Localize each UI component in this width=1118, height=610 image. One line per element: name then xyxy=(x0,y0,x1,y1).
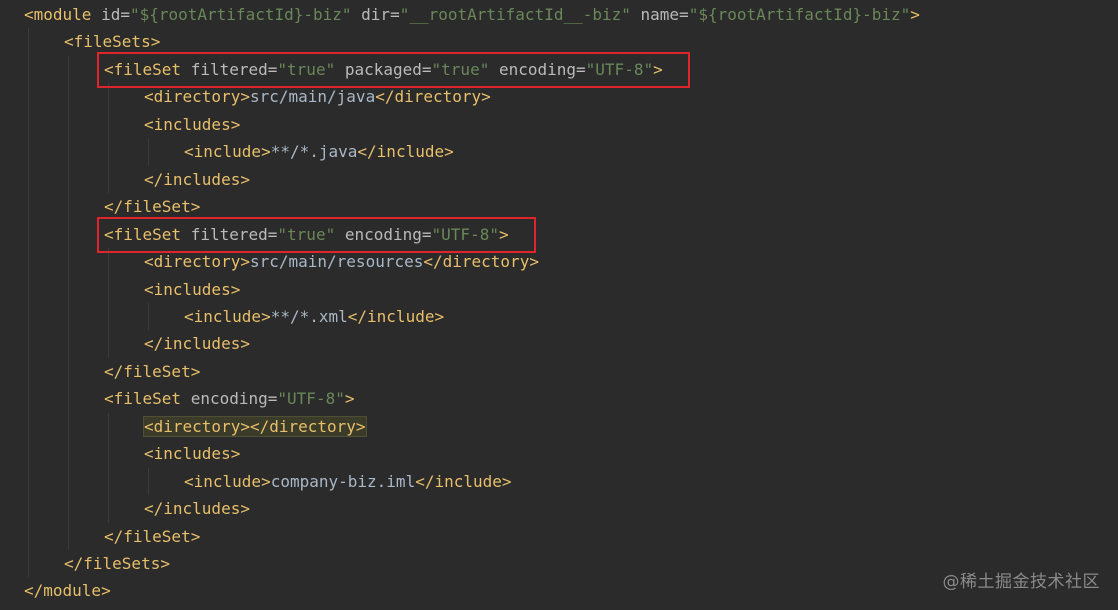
code-token-tag: <includes> xyxy=(144,114,241,134)
code-line[interactable]: </includes> xyxy=(144,166,250,193)
code-token-val: "UTF-8" xyxy=(277,389,345,409)
code-token-tag: <fileSet xyxy=(104,389,191,409)
code-line[interactable]: </module> xyxy=(24,577,111,604)
code-token-tag: </include> xyxy=(357,142,454,162)
indent-guide xyxy=(148,467,149,496)
indent-guide xyxy=(148,138,149,166)
code-token-tag: </include> xyxy=(347,306,445,326)
code-token-txt: **/*.xml xyxy=(270,306,348,326)
code-line[interactable]: <directory></directory> xyxy=(143,413,367,440)
code-token-tag: </includes> xyxy=(144,169,250,189)
code-token-tag: <includes> xyxy=(144,279,241,299)
code-token-tag: <directory> xyxy=(144,87,250,107)
annotation-box xyxy=(97,216,536,254)
code-token-tag: <include> xyxy=(184,306,271,326)
code-line[interactable]: <include>**/*.java</include> xyxy=(184,138,454,165)
indent-guide xyxy=(28,28,29,578)
annotation-box xyxy=(97,51,690,89)
code-token-txt: company-biz.iml xyxy=(270,471,416,491)
code-token-tag: </directory> xyxy=(375,87,491,107)
code-token-tag: <include> xyxy=(184,471,271,491)
code-token-tag: <module xyxy=(24,5,102,24)
code-token-val: "${rootArtifactId}-biz" xyxy=(688,5,911,24)
code-token-tag: </fileSet> xyxy=(104,361,201,381)
code-token-tag: </fileSets> xyxy=(64,554,170,573)
code-token-tag: </fileSet> xyxy=(104,526,201,546)
code-token-attr: encoding= xyxy=(190,389,278,409)
indent-guide xyxy=(108,412,109,523)
code-token-tag: </module> xyxy=(24,581,111,601)
watermark: @稀土掘金技术社区 xyxy=(942,572,1100,592)
code-token-tag: > xyxy=(344,389,355,409)
code-line[interactable]: <includes> xyxy=(144,111,240,138)
code-token-txt: src/main/resources xyxy=(249,252,424,272)
code-line[interactable]: <includes> xyxy=(144,276,240,303)
code-token-tag: <include> xyxy=(184,142,271,162)
code-line[interactable]: </includes> xyxy=(144,495,250,522)
code-token-tag: <directory> xyxy=(144,252,250,272)
code-token-tag: <includes> xyxy=(144,444,241,464)
indent-guide xyxy=(148,302,149,331)
code-token-txt: src/main/java xyxy=(249,87,376,107)
code-token-tag: </includes> xyxy=(144,334,250,354)
code-line[interactable]: <includes> xyxy=(144,440,240,467)
indent-guide xyxy=(108,83,109,194)
code-token-val: "__rootArtifactId__-biz" xyxy=(399,5,631,24)
code-token-attr: name= xyxy=(630,5,689,24)
code-line[interactable]: </fileSets> xyxy=(64,550,170,577)
code-token-tag: </directory> xyxy=(423,252,539,272)
code-line[interactable]: <include>**/*.xml</include> xyxy=(184,303,444,330)
code-token-tag: </include> xyxy=(415,471,512,491)
code-line[interactable]: </includes> xyxy=(144,330,250,357)
code-token-val: "${rootArtifactId}-biz" xyxy=(129,5,352,24)
code-line[interactable]: <module id="${rootArtifactId}-biz" dir="… xyxy=(24,1,920,28)
code-token-tag: > xyxy=(910,5,920,24)
code-token-tag: <fileSets> xyxy=(64,32,161,52)
code-token-tag: </fileSet> xyxy=(104,197,201,217)
code-token-txt: **/*.java xyxy=(270,142,358,162)
code-line[interactable]: </fileSet> xyxy=(104,358,200,385)
code-token-tag: </includes> xyxy=(144,499,250,519)
code-token-attr: dir= xyxy=(351,5,400,24)
code-editor[interactable]: <module id="${rootArtifactId}-biz" dir="… xyxy=(0,0,1118,610)
code-token-attr: id= xyxy=(101,5,130,24)
code-token-tag: <directory></directory> xyxy=(144,416,366,436)
highlighted-tag: <directory></directory> xyxy=(143,415,367,437)
indent-guide xyxy=(108,248,109,358)
code-line[interactable]: </fileSet> xyxy=(104,523,200,550)
code-line[interactable]: <fileSet encoding="UTF-8"> xyxy=(104,385,354,412)
code-line[interactable]: <include>company-biz.iml</include> xyxy=(184,468,512,495)
indent-guide xyxy=(68,55,69,550)
